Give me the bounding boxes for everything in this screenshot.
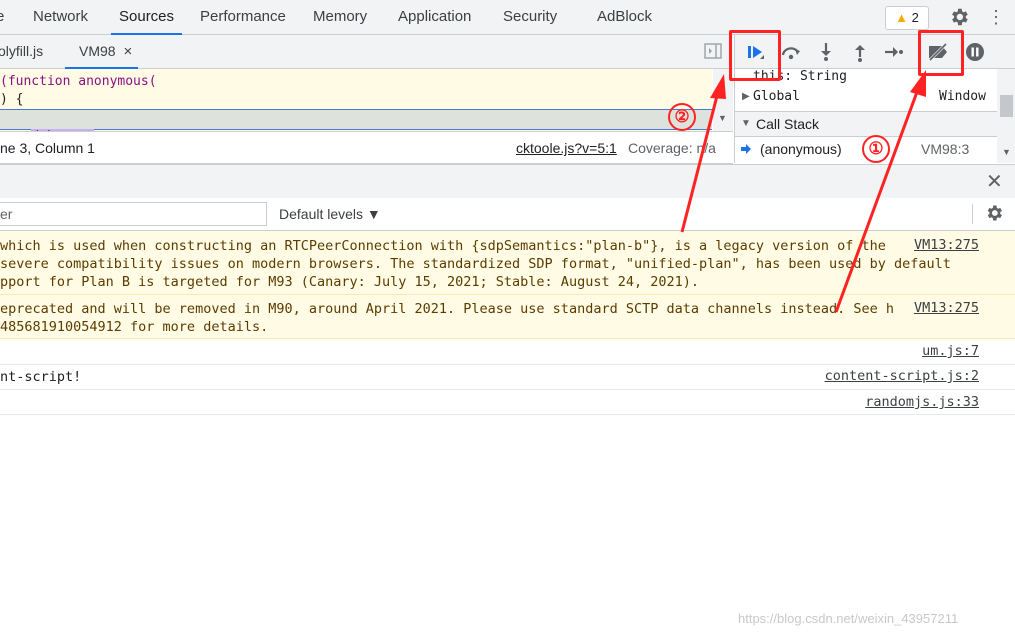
message-source-link[interactable]: VM13:275 (914, 237, 979, 253)
collapse-triangle-icon: ▼ (741, 118, 751, 129)
message-line: which is used when constructing an RTCPe… (0, 238, 886, 254)
tab-network[interactable]: Network (33, 0, 88, 34)
filter-text: er (0, 206, 13, 222)
file-tab-label: VM98 (79, 43, 116, 59)
call-frame-name: (anonymous) (760, 141, 842, 157)
editor-status-bar: ne 3, Column 1 cktoole.js?v=5:1 Coverage… (0, 131, 733, 164)
step-out-button[interactable] (847, 39, 873, 65)
step-into-button[interactable] (813, 39, 839, 65)
tab-security[interactable]: Security (503, 0, 557, 34)
message-line: 485681910054912 for more details. (0, 319, 269, 335)
pause-on-exceptions-button[interactable] (962, 39, 988, 65)
cursor-position: ne 3, Column 1 (0, 140, 95, 156)
call-stack-title: Call Stack (756, 116, 820, 132)
step-button[interactable] (881, 39, 907, 65)
step-into-icon (821, 43, 831, 61)
console-log-message: nt-script! content-script.js:2 (0, 365, 1015, 390)
message-source-link[interactable]: randomjs.js:33 (865, 394, 979, 410)
console-log-message: um.js:7 (0, 339, 1015, 365)
code-line: ) { (0, 92, 24, 107)
console-warning-message: eprecated and will be removed in M90, ar… (0, 295, 1015, 339)
pause-on-exceptions-icon (966, 43, 984, 61)
tab-elements[interactable]: e (0, 0, 4, 34)
code-editor[interactable]: (function anonymous( ) { debugger (0, 69, 712, 131)
source-map-link[interactable]: cktoole.js?v=5:1 (516, 140, 617, 156)
console-log-message: randomjs.js:33 (0, 390, 1015, 415)
tab-application[interactable]: Application (398, 0, 471, 34)
annotation-box-deactivate (918, 30, 964, 76)
scope-global-value: Window (939, 89, 986, 104)
step-icon (885, 47, 903, 57)
scope-global[interactable]: Global (753, 89, 800, 104)
toolbar-divider (972, 204, 973, 224)
console-toolbar: er Default levels ▼ (0, 198, 1015, 231)
warnings-badge[interactable]: ▲ 2 (885, 6, 929, 30)
step-out-icon (855, 45, 865, 62)
message-source-link[interactable]: um.js:7 (922, 343, 979, 359)
coverage-status: Coverage: n/a (628, 140, 716, 156)
step-over-button[interactable] (778, 39, 804, 65)
annotation-marker-1: ① (862, 135, 890, 163)
devtools-tab-bar: e Network Sources Performance Memory App… (0, 0, 1015, 35)
call-frame-location: VM98:3 (921, 141, 970, 157)
toggle-debugger-panel-icon[interactable] (704, 43, 722, 62)
expand-triangle-icon[interactable]: ▶ (742, 91, 750, 102)
scroll-down-arrow-icon[interactable]: ▼ (718, 113, 727, 123)
current-frame-arrow-icon (740, 142, 752, 158)
console-filter-input[interactable]: er (0, 202, 267, 226)
tab-memory[interactable]: Memory (313, 0, 367, 34)
scrollbar-thumb[interactable] (1000, 95, 1013, 117)
tab-adblock[interactable]: AdBlock (597, 0, 652, 34)
sidebar-scrollbar[interactable]: ▼ (997, 69, 1015, 163)
editor-tab-bar: olyfill.js VM98 × (0, 35, 733, 69)
close-drawer-icon[interactable]: ✕ (986, 169, 1003, 194)
tab-sources[interactable]: Sources (110, 0, 183, 35)
call-stack-header[interactable]: ▼ Call Stack (735, 111, 997, 137)
message-source-link[interactable]: VM13:275 (914, 300, 979, 316)
log-levels-dropdown[interactable]: Default levels ▼ (279, 206, 381, 222)
console-settings-gear-icon[interactable] (984, 203, 1004, 226)
message-line: severe compatibility issues on modern br… (0, 256, 951, 272)
message-line: eprecated and will be removed in M90, ar… (0, 301, 895, 317)
scroll-down-arrow-icon[interactable]: ▼ (1002, 147, 1011, 157)
step-over-icon (781, 47, 800, 60)
warning-icon: ▲ (895, 10, 908, 25)
file-tab-polyfill[interactable]: olyfill.js (0, 35, 43, 68)
watermark-text: https://blog.csdn.net/weixin_43957211 (738, 611, 959, 626)
message-line: pport for Plan B is targeted for M93 (Ca… (0, 274, 699, 290)
close-tab-icon[interactable]: × (123, 43, 132, 60)
console-warning-message: which is used when constructing an RTCPe… (0, 231, 1015, 295)
settings-gear-icon[interactable] (948, 6, 970, 31)
annotation-box-resume (729, 30, 781, 81)
file-tab-vm98[interactable]: VM98 × (64, 35, 139, 69)
code-line: (function anonymous( (0, 74, 157, 89)
warning-count: 2 (911, 10, 919, 25)
annotation-marker-2: ② (668, 103, 696, 131)
message-line: nt-script! (0, 369, 82, 385)
console-drawer-header: ✕ (0, 164, 1015, 199)
tab-performance[interactable]: Performance (200, 0, 286, 34)
scroll-up-arrow-icon[interactable]: ▲ (718, 75, 727, 85)
more-options-icon[interactable]: ⋮ (987, 7, 1005, 27)
paused-code-line: debugger (0, 109, 712, 131)
message-source-link[interactable]: content-script.js:2 (825, 368, 979, 384)
